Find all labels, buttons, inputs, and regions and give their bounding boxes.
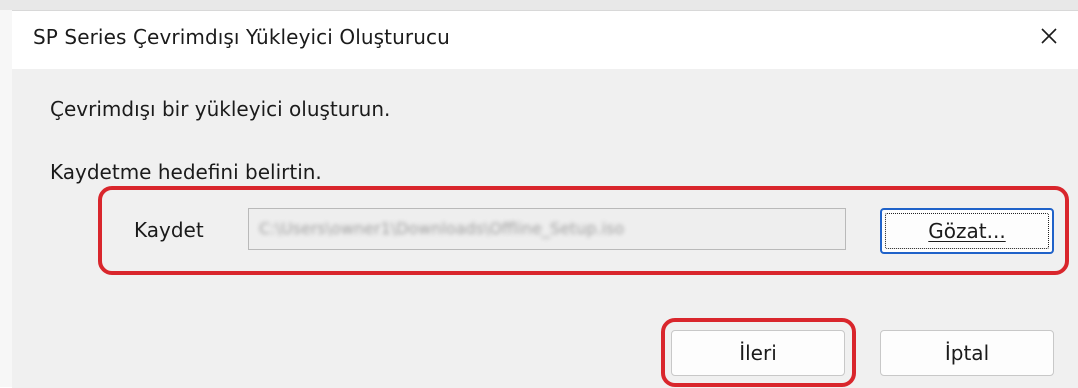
browse-button[interactable]: Gözat... bbox=[880, 208, 1054, 254]
background-window-strip bbox=[0, 0, 1078, 10]
instruction-specify-destination: Kaydetme hedefini belirtin. bbox=[50, 160, 322, 184]
offline-installer-dialog: SP Series Çevrimdışı Yükleyici Oluşturuc… bbox=[12, 10, 1078, 388]
dialog-title: SP Series Çevrimdışı Yükleyici Oluşturuc… bbox=[33, 25, 450, 49]
close-icon bbox=[1041, 28, 1057, 44]
title-bar: SP Series Çevrimdışı Yükleyici Oluşturuc… bbox=[12, 11, 1078, 69]
instruction-create-installer: Çevrimdışı bir yükleyici oluşturun. bbox=[50, 97, 391, 121]
focus-rectangle bbox=[885, 213, 1049, 249]
save-path-value: C:\Users\owner1\Downloads\Offline_Setup.… bbox=[259, 219, 625, 238]
save-path-field[interactable]: C:\Users\owner1\Downloads\Offline_Setup.… bbox=[248, 208, 846, 250]
close-button[interactable] bbox=[1024, 14, 1074, 58]
cancel-button-label: İptal bbox=[944, 341, 990, 365]
next-button-label: İleri bbox=[739, 341, 777, 365]
save-label: Kaydet bbox=[134, 218, 204, 242]
next-button[interactable]: İleri bbox=[671, 330, 845, 376]
cancel-button[interactable]: İptal bbox=[880, 330, 1054, 376]
